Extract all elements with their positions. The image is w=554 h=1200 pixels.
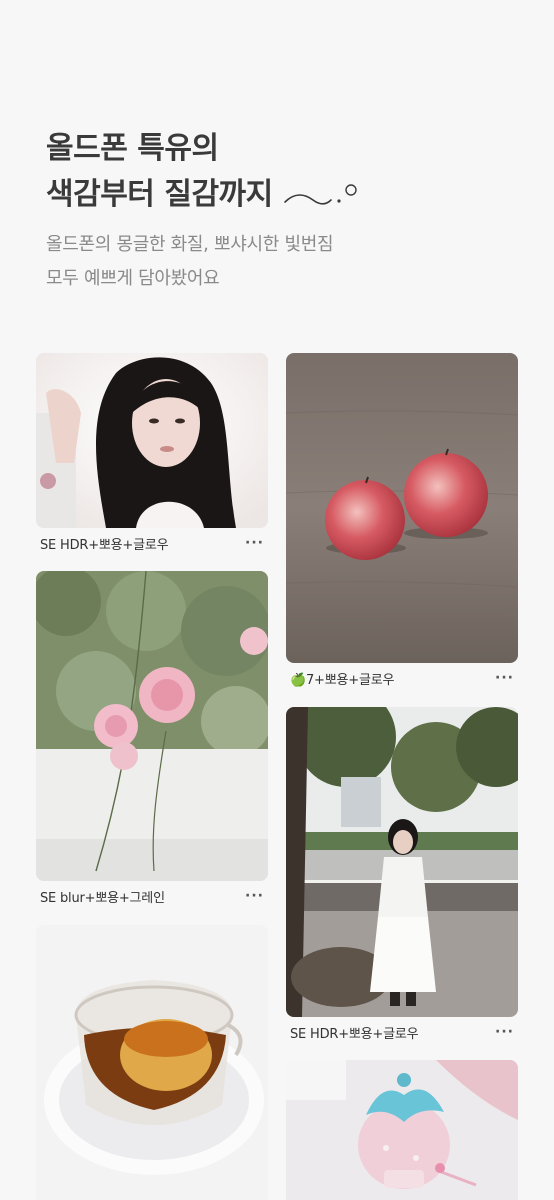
card-caption-row: SE HDR+뽀용+글로우 ···: [286, 1017, 518, 1047]
photo-card[interactable]: SE blur+뽀용+그레인 ···: [36, 571, 268, 911]
photo-two-apples[interactable]: [286, 353, 518, 663]
more-options-icon[interactable]: ···: [245, 888, 264, 904]
card-caption-row: 🍏7+뽀용+글로우 ···: [286, 663, 518, 693]
card-caption: SE blur+뽀용+그레인: [40, 890, 165, 906]
photo-strawberry-figure[interactable]: [286, 1060, 518, 1200]
photo-card[interactable]: 🍏7+뽀용+글로우 ···: [286, 353, 518, 693]
hero-subtitle-line1: 올드폰의 몽글한 화질, 뽀샤시한 빛번짐: [46, 234, 334, 255]
photo-card[interactable]: [286, 1060, 518, 1200]
photo-pink-roses[interactable]: [36, 571, 268, 881]
more-options-icon[interactable]: ···: [495, 670, 514, 686]
card-caption: SE HDR+뽀용+글로우: [40, 537, 169, 553]
card-caption-row: SE blur+뽀용+그레인 ···: [36, 881, 268, 911]
photo-portrait-woman[interactable]: [36, 353, 268, 528]
hero-title-line2: 색감부터 질감까지: [46, 177, 273, 212]
card-caption: SE HDR+뽀용+글로우: [290, 1026, 419, 1042]
hero-title-line1: 올드폰 특유의: [46, 131, 219, 166]
photo-card[interactable]: SE HDR+뽀용+글로우 ···: [36, 353, 268, 558]
photo-pudding-cup[interactable]: [36, 925, 268, 1200]
hero-section: 올드폰 특유의 색감부터 질감까지 올드폰의 몽글한 화질, 뽀샤시한 빛번짐 …: [46, 126, 516, 296]
card-caption-row: SE HDR+뽀용+글로우 ···: [36, 528, 268, 558]
photo-card[interactable]: SE HDR+뽀용+글로우 ···: [286, 707, 518, 1047]
more-options-icon[interactable]: ···: [245, 535, 264, 551]
card-caption: 🍏7+뽀용+글로우: [290, 672, 395, 688]
photo-card[interactable]: [36, 925, 268, 1200]
more-options-icon[interactable]: ···: [495, 1024, 514, 1040]
hero-subtitle: 올드폰의 몽글한 화질, 뽀샤시한 빛번짐 모두 예쁘게 담아봤어요: [46, 228, 516, 296]
squiggle-doodle-icon: [283, 184, 357, 205]
hero-subtitle-line2: 모두 예쁘게 담아봤어요: [46, 268, 220, 289]
hero-title-line2-row: 색감부터 질감까지: [46, 172, 516, 218]
photo-woman-in-park[interactable]: [286, 707, 518, 1017]
